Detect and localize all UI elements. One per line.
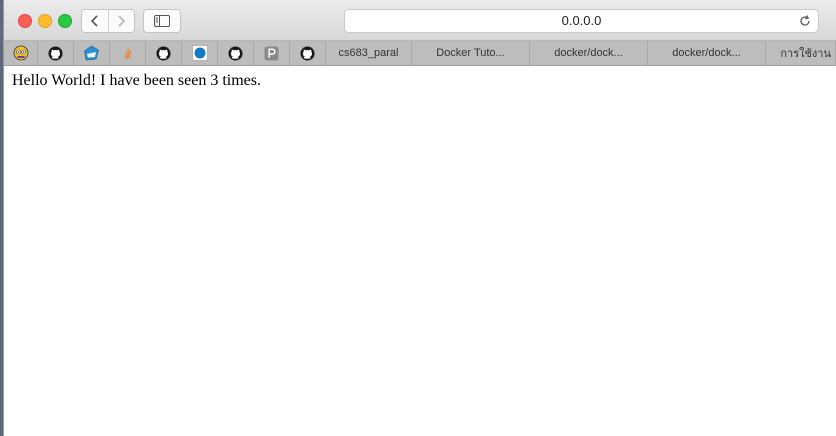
title-bar: 0.0.0.0 — [4, 0, 836, 41]
sidebar-toggle-button[interactable] — [143, 9, 181, 33]
github-icon — [48, 45, 63, 61]
bookmark-docker-dock-1[interactable]: docker/dock... — [530, 41, 648, 65]
github-icon — [228, 45, 243, 61]
bookmark-github-3[interactable] — [218, 41, 254, 65]
minimize-window-button[interactable] — [38, 14, 52, 28]
bookmark-thai-usage[interactable]: การใช้งาน — [766, 41, 836, 65]
close-window-button[interactable] — [18, 14, 32, 28]
chevron-left-icon — [90, 15, 98, 27]
hello-message: Hello World! I have been seen 3 times. — [12, 72, 262, 89]
bookmark-docker[interactable] — [74, 41, 110, 65]
docker-icon — [84, 45, 99, 60]
bookmarks-bar: cs683_paral Docker Tuto... docker/dock..… — [4, 41, 836, 66]
bookmark-blue-circle[interactable] — [182, 41, 218, 65]
address-bar[interactable]: 0.0.0.0 — [344, 9, 819, 33]
chevron-right-icon — [118, 15, 126, 27]
blue-circle-icon — [191, 45, 208, 61]
bookmark-owl[interactable] — [4, 41, 38, 65]
browser-window: 0.0.0.0 cs683_paral Docker Tuto... docke… — [3, 0, 836, 436]
bookmark-docker-tutorial[interactable]: Docker Tuto... — [412, 41, 530, 65]
zoom-window-button[interactable] — [58, 14, 72, 28]
bookmark-github-2[interactable] — [146, 41, 182, 65]
page-content: Hello World! I have been seen 3 times. — [4, 66, 836, 436]
url-text: 0.0.0.0 — [561, 13, 602, 28]
owl-icon — [13, 45, 28, 61]
github-icon — [156, 45, 171, 61]
bookmark-github-1[interactable] — [38, 41, 74, 65]
github-icon — [300, 45, 315, 61]
bookmark-github-4[interactable] — [290, 41, 326, 65]
p-icon — [264, 45, 279, 61]
stackoverflow-icon — [122, 48, 133, 60]
reload-icon[interactable] — [798, 14, 812, 28]
bookmark-p[interactable] — [254, 41, 290, 65]
forward-button[interactable] — [107, 10, 135, 32]
bookmark-cs683[interactable]: cs683_paral — [326, 41, 412, 65]
navigation-buttons — [81, 9, 135, 33]
back-button[interactable] — [82, 10, 108, 32]
bookmark-docker-dock-2[interactable]: docker/dock... — [648, 41, 766, 65]
sidebar-icon — [154, 15, 170, 27]
bookmark-stackoverflow[interactable] — [110, 41, 146, 65]
